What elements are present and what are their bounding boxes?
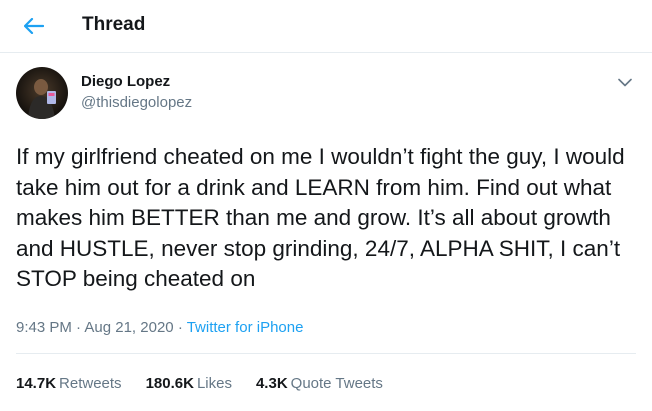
author-name[interactable]: Diego Lopez xyxy=(81,73,170,90)
retweets-stat[interactable]: 14.7K Retweets xyxy=(16,375,122,392)
likes-count: 180.6K xyxy=(145,375,194,392)
author-handle: @thisdiegolopez xyxy=(81,94,193,111)
tweet-date[interactable]: Aug 21, 2020 xyxy=(84,319,173,336)
tweet-stats: 14.7K Retweets 180.6K Likes 4.3K Quote Twee… xyxy=(16,375,407,392)
likes-label: Likes xyxy=(196,375,232,392)
likes-stat[interactable]: 180.6K Likes xyxy=(146,375,232,392)
quotes-count: 4.3K xyxy=(255,375,288,392)
retweets-count: 14.7K xyxy=(16,375,57,392)
divider xyxy=(16,353,636,354)
avatar[interactable] xyxy=(16,67,68,119)
meta-separator: · xyxy=(177,319,187,336)
tweet-text: If my girlfriend cheated on me I wouldn’… xyxy=(16,144,631,291)
retweets-label: Retweets xyxy=(59,375,122,392)
thread-header: Thread xyxy=(0,0,652,53)
tweet-author: Diego Lopez @thisdiegolopez xyxy=(16,67,636,119)
tweet-time[interactable]: 9:43 PM xyxy=(16,319,72,336)
tweet-meta: 9:43 PM · Aug 21, 2020 · Twitter for iPh… xyxy=(16,319,303,336)
quotes-label: Quote Tweets xyxy=(290,375,383,392)
quote-tweets-stat[interactable]: 4.3K Quote Tweets xyxy=(256,375,383,392)
page-title: Thread xyxy=(82,14,146,35)
back-button[interactable] xyxy=(18,12,50,40)
arrow-left-icon xyxy=(24,18,44,34)
tweet-source-link[interactable]: Twitter for iPhone xyxy=(187,319,304,336)
chevron-down-icon xyxy=(618,78,632,86)
more-options-button[interactable] xyxy=(614,71,636,93)
